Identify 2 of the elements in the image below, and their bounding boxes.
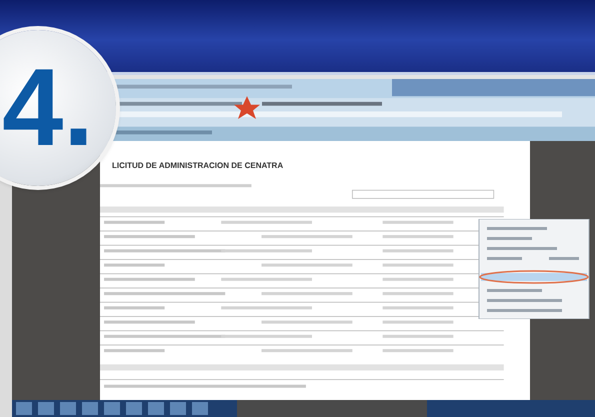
form-title: LICITUD DE ADMINISTRACION DE CENATRA [112,161,284,170]
step-number: 4. [2,53,94,163]
